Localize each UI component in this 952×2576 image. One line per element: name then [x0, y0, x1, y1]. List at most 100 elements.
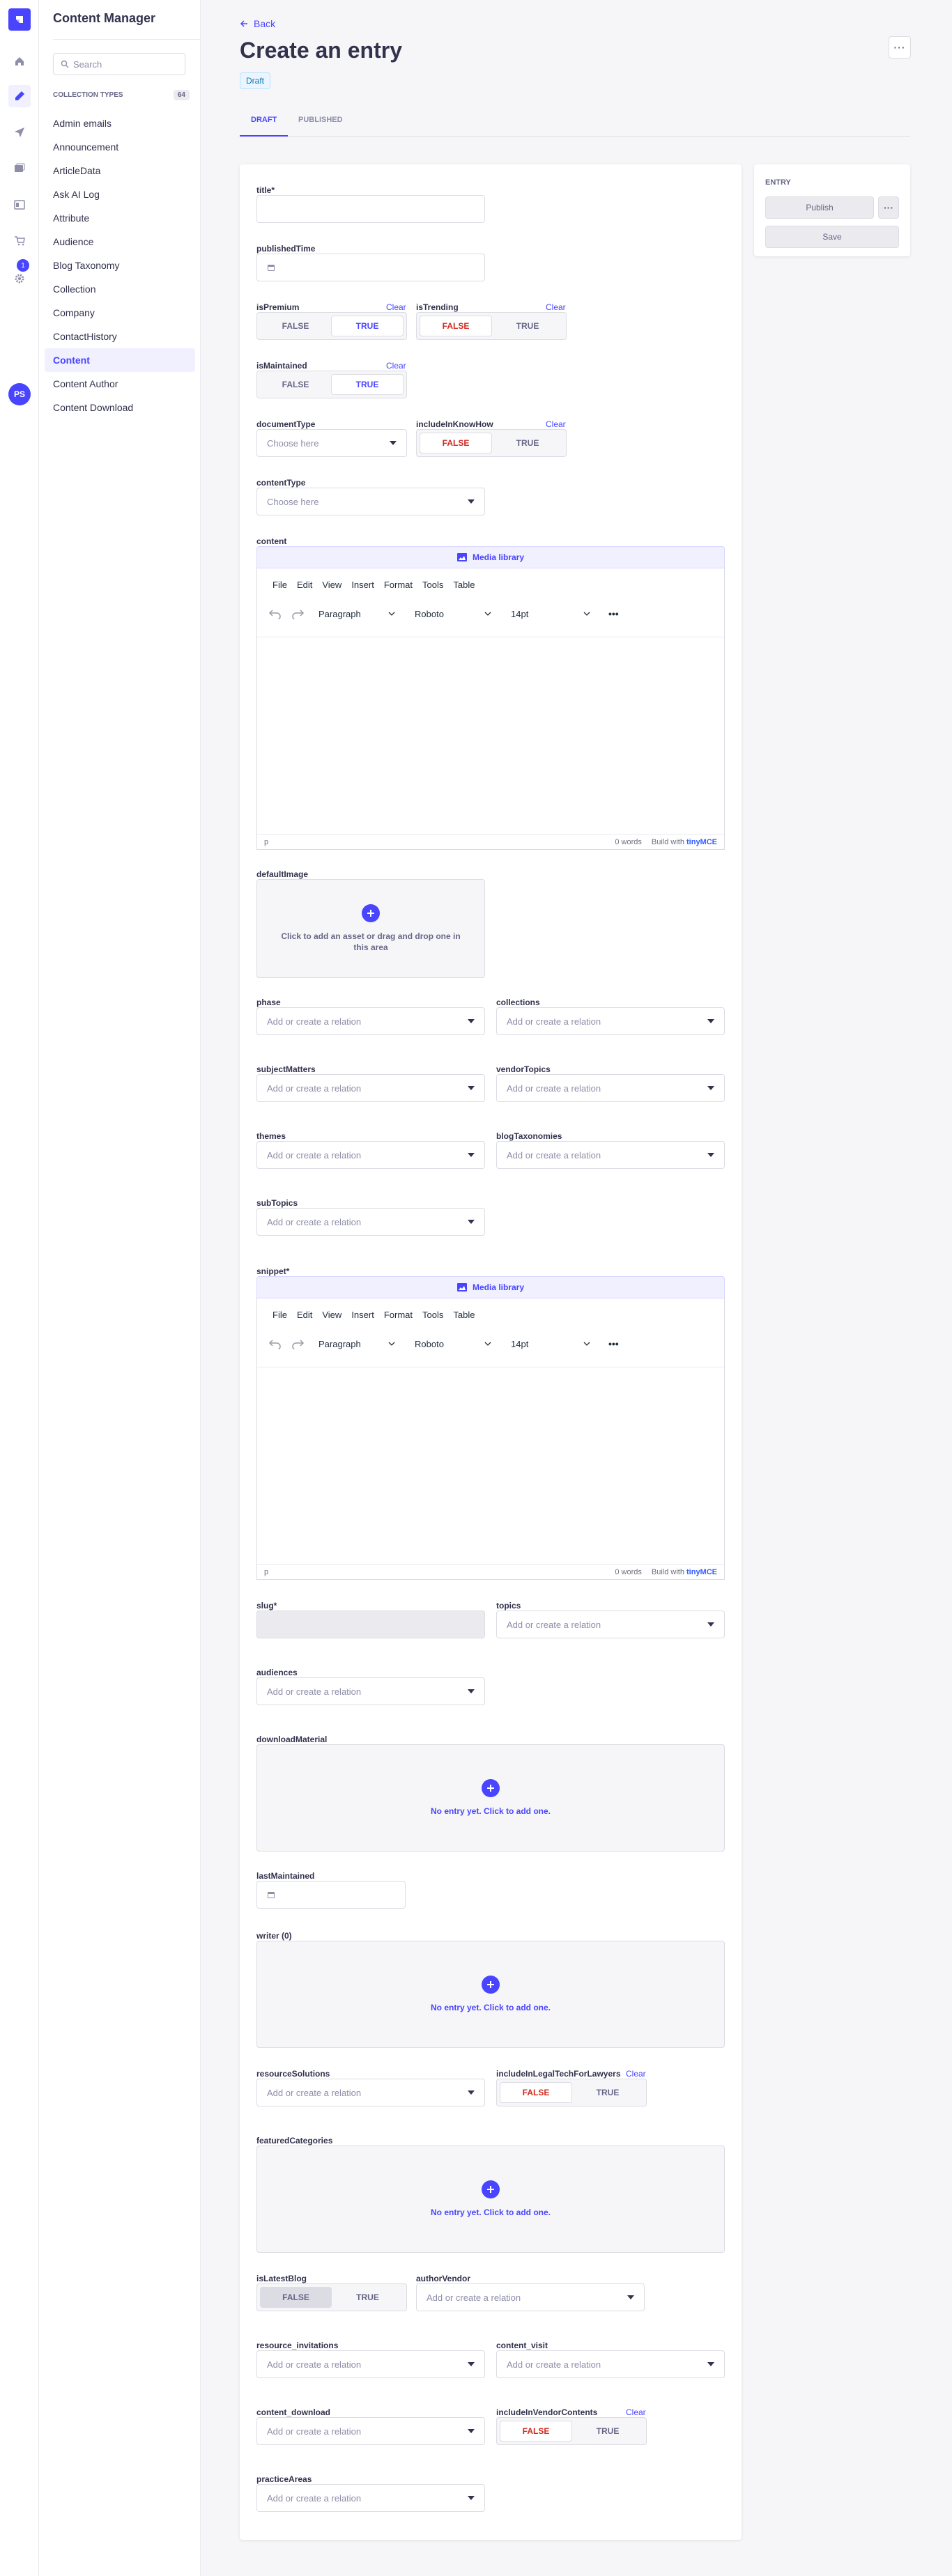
- menu-insert[interactable]: Insert: [351, 1310, 374, 1320]
- publishedtime-datepicker[interactable]: [256, 254, 485, 281]
- shopping-cart-icon[interactable]: [8, 230, 31, 252]
- practiceareas-relation-select[interactable]: Add or create a relation: [256, 2484, 485, 2512]
- menu-table[interactable]: Table: [453, 580, 475, 590]
- sidebar-item-content-download[interactable]: Content Download: [45, 396, 195, 419]
- menu-edit[interactable]: Edit: [297, 1310, 312, 1320]
- islatestblog-true-option[interactable]: TRUE: [332, 2287, 404, 2308]
- istrending-false-option[interactable]: FALSE: [420, 316, 492, 336]
- menu-view[interactable]: View: [322, 1310, 341, 1320]
- block-format-select[interactable]: Paragraph: [313, 1334, 401, 1353]
- ismaintained-toggle[interactable]: FALSE TRUE: [256, 371, 407, 398]
- sidebar-item-ask-ai-log[interactable]: Ask AI Log: [45, 183, 195, 206]
- content-manager-icon[interactable]: [8, 85, 31, 107]
- featuredcategories-add-area[interactable]: No entry yet. Click to add one.: [256, 2146, 725, 2253]
- undo-icon[interactable]: [268, 608, 282, 619]
- subtopics-relation-select[interactable]: Add or create a relation: [256, 1208, 485, 1236]
- font-size-select[interactable]: 14pt: [505, 1334, 596, 1353]
- ismaintained-true-option[interactable]: TRUE: [331, 374, 404, 395]
- sidebar-item-content[interactable]: Content: [45, 348, 195, 372]
- includeinlegaltechforlawyers-false-option[interactable]: FALSE: [500, 2082, 572, 2103]
- tab-draft[interactable]: DRAFT: [240, 116, 289, 137]
- istrending-clear[interactable]: Clear: [546, 302, 566, 312]
- istrending-true-option[interactable]: TRUE: [492, 316, 563, 336]
- documenttype-select[interactable]: Choose here: [256, 429, 407, 457]
- downloadmaterial-add-area[interactable]: No entry yet. Click to add one.: [256, 1744, 725, 1852]
- entry-more-button[interactable]: ···: [878, 196, 899, 219]
- blogtaxonomies-relation-select[interactable]: Add or create a relation: [496, 1141, 725, 1169]
- font-size-select[interactable]: 14pt: [505, 604, 596, 623]
- ispremium-toggle[interactable]: FALSE TRUE: [256, 312, 407, 340]
- ispremium-clear[interactable]: Clear: [386, 302, 406, 312]
- publish-button[interactable]: Publish: [765, 196, 874, 219]
- istrending-toggle[interactable]: FALSE TRUE: [416, 312, 567, 340]
- user-avatar[interactable]: PS: [8, 383, 31, 405]
- audiences-relation-select[interactable]: Add or create a relation: [256, 1677, 485, 1705]
- ispremium-false-option[interactable]: FALSE: [260, 316, 331, 336]
- tab-published[interactable]: PUBLISHED: [287, 116, 354, 137]
- sidebar-item-attribute[interactable]: Attribute: [45, 206, 195, 230]
- sidebar-item-company[interactable]: Company: [45, 301, 195, 325]
- islatestblog-false-option[interactable]: FALSE: [260, 2287, 332, 2308]
- home-icon[interactable]: [8, 50, 31, 72]
- content-type-builder-icon[interactable]: [8, 194, 31, 216]
- includeinknowhow-clear[interactable]: Clear: [546, 419, 566, 429]
- subjectmatters-relation-select[interactable]: Add or create a relation: [256, 1074, 485, 1102]
- sidebar-item-announcement[interactable]: Announcement: [45, 135, 195, 159]
- content-rich-text-editor[interactable]: File Edit View Insert Format Tools Table…: [256, 568, 725, 850]
- includeinvendorcontents-false-option[interactable]: FALSE: [500, 2421, 572, 2442]
- sidebar-search-input[interactable]: Search: [53, 53, 185, 75]
- undo-icon[interactable]: [268, 1338, 282, 1349]
- snippet-media-library-button[interactable]: Media library: [256, 1276, 725, 1298]
- font-family-select[interactable]: Roboto: [409, 604, 497, 623]
- ismaintained-clear[interactable]: Clear: [386, 361, 406, 371]
- block-format-select[interactable]: Paragraph: [313, 604, 401, 623]
- vendortopics-relation-select[interactable]: Add or create a relation: [496, 1074, 725, 1102]
- includeinvendorcontents-clear[interactable]: Clear: [626, 2407, 646, 2417]
- topics-relation-select[interactable]: Add or create a relation: [496, 1611, 725, 1638]
- includeinvendorcontents-toggle[interactable]: FALSE TRUE: [496, 2417, 647, 2445]
- resourcesolutions-relation-select[interactable]: Add or create a relation: [256, 2079, 485, 2106]
- includeinlegaltechforlawyers-toggle[interactable]: FALSE TRUE: [496, 2079, 647, 2106]
- strapi-logo-icon[interactable]: [8, 8, 31, 31]
- menu-file[interactable]: File: [272, 1310, 287, 1320]
- content-visit-relation-select[interactable]: Add or create a relation: [496, 2350, 725, 2378]
- font-family-select[interactable]: Roboto: [409, 1334, 497, 1353]
- more-toolbar-button[interactable]: •••: [604, 1338, 619, 1349]
- menu-insert[interactable]: Insert: [351, 580, 374, 590]
- sidebar-item-content-author[interactable]: Content Author: [45, 372, 195, 396]
- snippet-rich-text-editor[interactable]: File Edit View Insert Format Tools Table…: [256, 1298, 725, 1580]
- more-actions-button[interactable]: ···: [889, 36, 911, 59]
- sidebar-item-blog-taxonomy[interactable]: Blog Taxonomy: [45, 254, 195, 277]
- more-toolbar-button[interactable]: •••: [604, 608, 619, 619]
- includeinlegaltechforlawyers-true-option[interactable]: TRUE: [572, 2082, 643, 2103]
- defaultimage-dropzone[interactable]: Click to add an asset or drag and drop o…: [256, 879, 485, 978]
- resource-invitations-relation-select[interactable]: Add or create a relation: [256, 2350, 485, 2378]
- redo-icon[interactable]: [291, 608, 305, 619]
- ismaintained-false-option[interactable]: FALSE: [260, 374, 331, 395]
- sidebar-item-collection[interactable]: Collection: [45, 277, 195, 301]
- slug-input[interactable]: [256, 1611, 485, 1638]
- sidebar-item-contacthistory[interactable]: ContactHistory: [45, 325, 195, 348]
- redo-icon[interactable]: [291, 1338, 305, 1349]
- collections-relation-select[interactable]: Add or create a relation: [496, 1007, 725, 1035]
- menu-file[interactable]: File: [272, 580, 287, 590]
- writer-add-area[interactable]: No entry yet. Click to add one.: [256, 1941, 725, 2048]
- snippet-editor-body[interactable]: [257, 1367, 724, 1563]
- sidebar-item-admin-emails[interactable]: Admin emails: [45, 111, 195, 135]
- phase-relation-select[interactable]: Add or create a relation: [256, 1007, 485, 1035]
- sidebar-item-articledata[interactable]: ArticleData: [45, 159, 195, 183]
- menu-table[interactable]: Table: [453, 1310, 475, 1320]
- menu-tools[interactable]: Tools: [422, 1310, 443, 1320]
- back-link[interactable]: Back: [240, 18, 275, 29]
- includeinknowhow-false-option[interactable]: FALSE: [420, 433, 492, 453]
- send-icon[interactable]: [8, 121, 31, 143]
- save-button[interactable]: Save: [765, 226, 899, 248]
- islatestblog-toggle[interactable]: FALSE TRUE: [256, 2283, 407, 2311]
- includeinlegaltechforlawyers-clear[interactable]: Clear: [626, 2069, 646, 2079]
- media-library-icon[interactable]: [8, 157, 31, 180]
- authorvendor-relation-select[interactable]: Add or create a relation: [416, 2283, 645, 2311]
- menu-edit[interactable]: Edit: [297, 580, 312, 590]
- includeinknowhow-true-option[interactable]: TRUE: [492, 433, 563, 453]
- menu-format[interactable]: Format: [384, 580, 413, 590]
- menu-tools[interactable]: Tools: [422, 580, 443, 590]
